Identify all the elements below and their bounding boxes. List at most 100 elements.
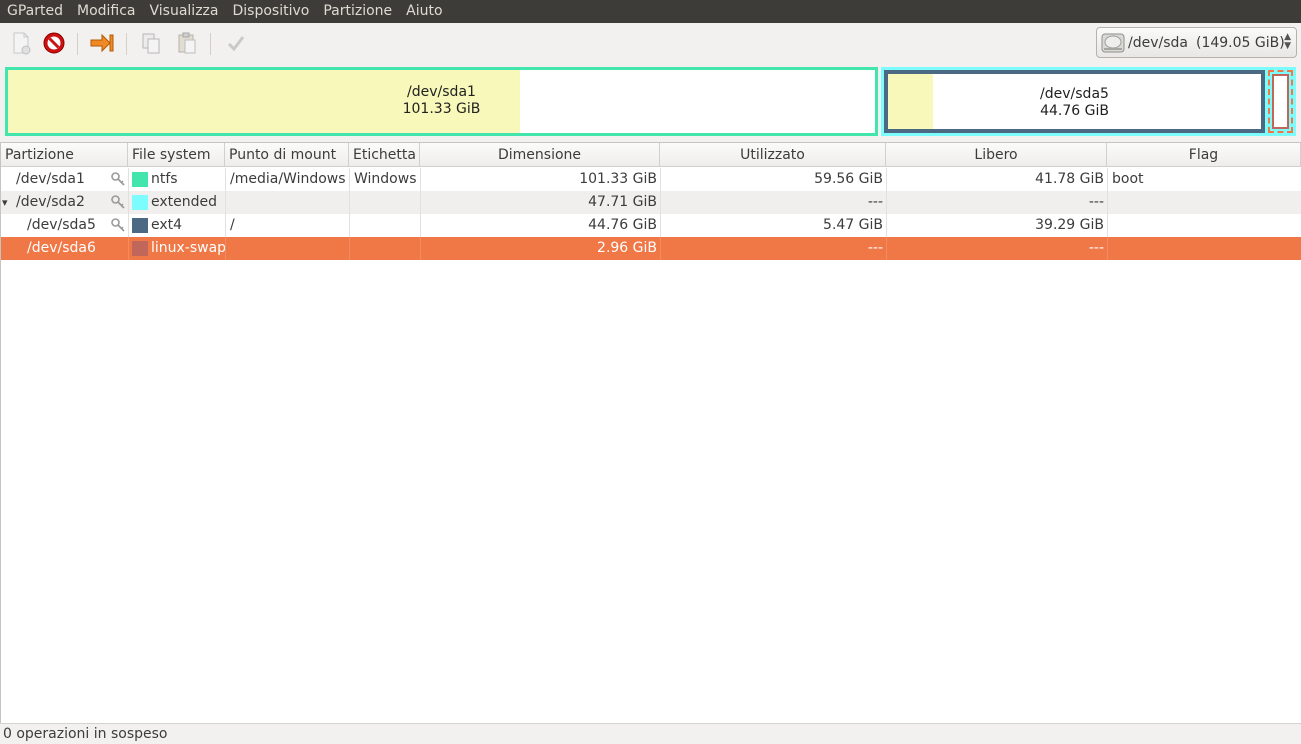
diskmap-sda5-name: /dev/sda5 [1040, 86, 1109, 102]
menu-partizione[interactable]: Partizione [316, 0, 399, 23]
col-header-mountpoint[interactable]: Punto di mount [225, 143, 349, 167]
partition-flag [1112, 237, 1298, 260]
col-header-partizione[interactable]: Partizione [1, 143, 128, 167]
partition-table: Partizione File system Punto di mount Et… [0, 142, 1301, 723]
mount-point: /media/Windows [230, 171, 346, 187]
partition-flag [1112, 191, 1298, 214]
table-row[interactable]: /dev/sda5 ext4 / 44.76 GiB 5.47 GiB 39.29 GiB [1, 214, 1301, 237]
menu-visualizza[interactable]: Visualizza [143, 0, 226, 23]
free-space: --- [1088, 240, 1104, 256]
column-divider [128, 168, 129, 191]
paste-icon [178, 32, 196, 54]
column-divider [225, 191, 226, 214]
partition-label [354, 214, 419, 237]
column-divider [128, 237, 129, 260]
table-row[interactable]: /dev/sda1 ntfs/media/Windows Windows 101.33… [1, 168, 1301, 191]
filesystem-name: ext4 [151, 217, 183, 233]
new-document-icon [13, 32, 31, 55]
partition-label [354, 191, 419, 214]
partition-size: 2.96 GiB [597, 240, 657, 256]
used-space: 5.47 GiB [823, 217, 883, 233]
free-space: 39.29 GiB [1035, 217, 1104, 233]
partition-label: Windows [354, 171, 417, 187]
diskmap-partition-extended[interactable]: /dev/sda5 44.76 GiB [881, 67, 1296, 136]
device-select[interactable]: /dev/sda (149.05 GiB) ▲ ▼ [1096, 27, 1297, 58]
partition-size: 101.33 GiB [579, 171, 657, 187]
col-header-etichetta[interactable]: Etichetta [349, 143, 420, 167]
menu-gparted[interactable]: GParted [0, 0, 70, 23]
used-space: --- [867, 240, 883, 256]
toolbar-separator [77, 33, 78, 55]
column-divider [128, 214, 129, 237]
diskmap-partition-sda5[interactable]: /dev/sda5 44.76 GiB [884, 70, 1265, 133]
mount-point [230, 237, 348, 260]
partition-name: /dev/sda1 [16, 171, 85, 187]
resize-arrow-icon [90, 33, 114, 53]
partition-name: /dev/sda5 [27, 217, 96, 233]
diskmap-sda1-name: /dev/sda1 [407, 84, 476, 100]
apply-button[interactable] [221, 29, 251, 57]
partition-size: 44.76 GiB [588, 217, 657, 233]
filesystem-color-swatch [132, 195, 148, 210]
new-partition-button[interactable] [6, 29, 36, 57]
delete-icon [43, 32, 65, 54]
partition-flag [1112, 214, 1298, 237]
paste-button[interactable] [172, 29, 202, 57]
menubar: GParted Modifica Visualizza Dispositivo … [0, 0, 1301, 23]
menu-aiuto[interactable]: Aiuto [399, 0, 449, 23]
column-divider [225, 237, 226, 260]
used-space: --- [867, 194, 883, 210]
filesystem-color-swatch [132, 241, 148, 256]
filesystem-name: linux-swap [151, 240, 225, 256]
col-header-dimensione[interactable]: Dimensione [420, 143, 660, 167]
partition-flag: boot [1112, 171, 1144, 187]
toolbar-separator [126, 33, 127, 55]
harddisk-icon [1101, 33, 1125, 52]
mount-point: / [230, 217, 235, 233]
diskmap-partition-sda1[interactable]: /dev/sda1 101.33 GiB [5, 67, 878, 136]
menu-dispositivo[interactable]: Dispositivo [225, 0, 316, 23]
col-header-filesystem[interactable]: File system [128, 143, 225, 167]
table-row[interactable]: ▾/dev/sda2 extended 47.71 GiB --- --- [1, 191, 1301, 214]
resize-move-button[interactable] [87, 29, 117, 57]
statusbar: 0 operazioni in sospeso [0, 723, 1301, 744]
filesystem-name: extended [151, 194, 218, 210]
copy-icon [142, 33, 160, 54]
menu-modifica[interactable]: Modifica [70, 0, 143, 23]
column-divider [225, 214, 226, 237]
mount-point [230, 191, 348, 214]
column-divider [128, 191, 129, 214]
column-divider [1107, 191, 1108, 214]
used-space: 59.56 GiB [814, 171, 883, 187]
device-name: /dev/sda [1128, 34, 1188, 51]
partition-name: /dev/sda2 [16, 194, 85, 210]
expander-arrow-icon[interactable]: ▾ [2, 191, 14, 214]
pending-operations-text: 0 operazioni in sospeso [3, 726, 168, 742]
mounted-key-icon [110, 194, 126, 210]
diskmap-sda5-size: 44.76 GiB [1040, 103, 1109, 119]
free-space: --- [1088, 194, 1104, 210]
diskmap-partition-sda6[interactable] [1268, 70, 1293, 133]
spin-arrows-icon: ▲ ▼ [1284, 32, 1291, 51]
col-header-utilizzato[interactable]: Utilizzato [660, 143, 886, 167]
column-divider [1107, 237, 1108, 260]
partition-label [354, 237, 419, 260]
column-divider [349, 191, 350, 214]
device-size: (149.05 GiB) [1195, 34, 1285, 51]
free-space: 41.78 GiB [1035, 171, 1104, 187]
column-divider [349, 214, 350, 237]
filesystem-color-swatch [132, 172, 148, 187]
partition-size: 47.71 GiB [588, 194, 657, 210]
column-divider [1107, 214, 1108, 237]
col-header-flag[interactable]: Flag [1107, 143, 1301, 167]
delete-partition-button[interactable] [39, 29, 69, 57]
column-divider [349, 237, 350, 260]
checkmark-icon [227, 36, 245, 52]
column-divider [225, 168, 226, 191]
table-row[interactable]: /dev/sda6 linux-swap 2.96 GiB --- --- [1, 237, 1301, 260]
mounted-key-icon [110, 171, 126, 187]
filesystem-name: ntfs [151, 171, 178, 187]
copy-button[interactable] [136, 29, 166, 57]
col-header-libero[interactable]: Libero [886, 143, 1107, 167]
partition-name: /dev/sda6 [27, 240, 96, 256]
